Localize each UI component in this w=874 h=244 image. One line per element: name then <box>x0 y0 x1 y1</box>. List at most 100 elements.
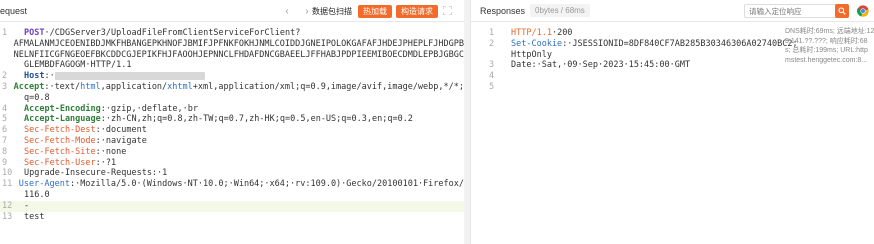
line-number: 3 <box>2 81 8 92</box>
line-text: Upgrade-Insecure-Requests:·1 <box>24 168 464 179</box>
code-token: :· <box>44 71 55 82</box>
build-request-button[interactable]: 构造请求 <box>396 5 438 18</box>
timing-info-line: s; 总耗时:199ms; URL:http <box>785 47 868 54</box>
code-line[interactable]: AFMALANMJCEOENIBDJMKFHBANGEPKHNOFJBMIFJP… <box>0 39 464 50</box>
line-number: 8 <box>2 146 8 157</box>
line-number: 6 <box>2 125 8 136</box>
line-text: - <box>24 201 464 212</box>
code-token: html <box>80 81 101 92</box>
line-text: Sec-Fetch-Dest:·document <box>24 125 464 136</box>
code-token: NELNFIICGFNGEOEFBKCDDCGJEPIKFHJFAOOHJEPN… <box>13 49 464 60</box>
code-token: Sec-Fetch-Site <box>24 146 96 157</box>
timing-info-line: DNS耗时:69ms; 远端地址:12 <box>785 28 874 35</box>
code-token: :·?1 <box>95 157 117 168</box>
code-token: 116.0 <box>24 189 50 200</box>
code-token: Host <box>24 71 45 82</box>
line-text: GLEMBDFAGOGM·HTTP/1.1 <box>24 60 464 71</box>
code-token: Set-Cookie <box>511 38 563 49</box>
code-token: ,application/ <box>100 81 168 92</box>
response-pane: Responses 0bytes / 68ms 1 HTTP/1.1·200 2 Se… <box>470 0 874 244</box>
line-number: 5 <box>2 114 8 125</box>
code-token: Accept-Language <box>24 114 101 125</box>
code-line[interactable]: GLEMBDFAGOGM·HTTP/1.1 <box>0 60 464 71</box>
code-line[interactable]: 3 Accept:·text/html,application/xhtml+xml… <box>0 82 464 93</box>
line-number: 2 <box>489 38 495 49</box>
line-number: 9 <box>2 157 8 168</box>
code-token: AFMALANMJCEOENIBDJMKFHBANGEPKHNOFJBMIFJP… <box>13 38 464 49</box>
line-number: 4 <box>489 71 495 82</box>
chrome-icon[interactable] <box>857 5 869 17</box>
code-token: User-Agent <box>18 179 70 190</box>
code-line[interactable]: 1 POST·/CDGServer3/UploadFileFromClientSe… <box>0 28 464 39</box>
line-number <box>479 50 511 61</box>
code-token: :·none <box>95 146 127 157</box>
code-token: :·zh-CN,zh;q=0.8,zh-TW;q=0.7,zh-HK;q=0.5… <box>100 114 413 125</box>
code-token: Sec-Fetch-Dest <box>24 125 96 136</box>
line-number: 4 <box>2 103 8 114</box>
code-line[interactable]: q=0.8 <box>0 93 464 104</box>
code-line[interactable]: 6 Sec-Fetch-Dest:·document <box>0 125 464 136</box>
code-line[interactable]: 13 test <box>0 212 464 223</box>
code-token: HttpOnly <box>511 49 552 60</box>
code-token: HTTP/1.1 <box>511 28 552 38</box>
search-icon[interactable] <box>835 4 849 18</box>
line-text: Sec-Fetch-User:·?1 <box>24 158 464 169</box>
code-token: :·JSESSIONID=8DF840CF7AB285B30346306A027… <box>562 38 798 49</box>
back-icon[interactable]: ‹ <box>281 5 293 17</box>
line-number: 1 <box>489 28 495 38</box>
code-line[interactable]: 8 Sec-Fetch-Site:·none <box>0 147 464 158</box>
line-text <box>511 71 874 82</box>
code-line[interactable]: NELNFIICGFNGEOEFBKCDDCGJEPIKFHJFAOOHJEPN… <box>0 50 464 61</box>
expand-icon[interactable] <box>442 5 453 17</box>
line-text: q=0.8 <box>24 93 464 104</box>
timing-info-line: mstest.henggetec.com:8... <box>785 56 868 64</box>
line-number: 5 <box>489 81 495 92</box>
line-text: Sec-Fetch-Site:·none <box>24 147 464 158</box>
code-line[interactable]: 4 Accept-Encoding:·gzip,·deflate,·br <box>0 104 464 115</box>
hot-reload-button[interactable]: 热加载 <box>358 5 392 18</box>
line-text: test <box>24 212 464 223</box>
timing-info-line: 3.141.??.???; 响应耗时:68 <box>785 37 868 45</box>
scan-button[interactable]: 数据包扫描 <box>309 5 355 18</box>
code-token: - <box>24 200 30 211</box>
line-text: 116.0 <box>24 190 464 201</box>
code-line[interactable]: 5 <box>479 82 874 93</box>
line-text: Host:· <box>24 71 464 82</box>
line-number <box>0 60 24 71</box>
code-token: Sec-Fetch-User <box>24 157 96 168</box>
code-line[interactable]: 4 <box>479 71 874 82</box>
code-token: ·/CDGServer3/UploadFileFromClientService… <box>44 28 301 38</box>
line-text: Accept-Language:·zh-CN,zh;q=0.8,zh-TW;q=… <box>24 114 464 125</box>
response-search-input[interactable] <box>744 4 839 18</box>
code-line[interactable]: 7 Sec-Fetch-Mode:·navigate <box>0 136 464 147</box>
code-token: GLEMBDFAGOGM·HTTP/1.1 <box>24 60 132 71</box>
response-title: Responses <box>480 6 526 16</box>
request-pane: equest ‹ › 数据包扫描 热加载 构造请求 1 POST·/CDGServ… <box>0 0 464 244</box>
code-line[interactable]: 12- <box>0 200 464 212</box>
code-token: Sec-Fetch-Mode <box>24 135 96 146</box>
code-token: Accept <box>13 81 45 92</box>
code-line[interactable]: 9 Sec-Fetch-User:·?1 <box>0 158 464 169</box>
line-number: 3 <box>489 60 495 71</box>
code-line[interactable]: 2 Host:· <box>0 71 464 82</box>
request-editor[interactable]: 1 POST·/CDGServer3/UploadFileFromClientSe… <box>0 28 464 244</box>
code-token: ·200 <box>551 28 573 38</box>
code-token: Date:·Sat,·09·Sep·2023·15:45:00·GMT <box>511 60 691 71</box>
code-token: Upgrade-Insecure-Requests:·1 <box>24 168 168 179</box>
line-number <box>0 50 14 61</box>
line-text: POST·/CDGServer3/UploadFileFromClientSer… <box>24 28 464 39</box>
code-line[interactable]: 116.0 <box>0 190 464 201</box>
response-timing-info: DNS耗时:69ms; 远端地址:12 3.141.??.???; 响应耗时:68… <box>785 27 874 65</box>
code-line[interactable]: 5 Accept-Language:·zh-CN,zh;q=0.8,zh-TW;q… <box>0 114 464 125</box>
line-text: User-Agent:·Mozilla/5.0·(Windows·NT·10.0… <box>19 179 464 190</box>
redacted-host <box>54 71 205 80</box>
line-number: 7 <box>2 135 8 146</box>
code-line[interactable]: 10 Upgrade-Insecure-Requests:·1 <box>0 168 464 179</box>
code-token: :·document <box>95 125 147 136</box>
line-text: Accept-Encoding:·gzip,·deflate,·br <box>24 104 464 115</box>
line-text <box>511 82 874 93</box>
line-text: AFMALANMJCEOENIBDJMKFHBANGEPKHNOFJBMIFJP… <box>14 39 464 50</box>
line-text: Sec-Fetch-Mode:·navigate <box>24 136 464 147</box>
code-line[interactable]: 11 User-Agent:·Mozilla/5.0·(Windows·NT·10… <box>0 179 464 190</box>
line-number <box>0 39 14 50</box>
